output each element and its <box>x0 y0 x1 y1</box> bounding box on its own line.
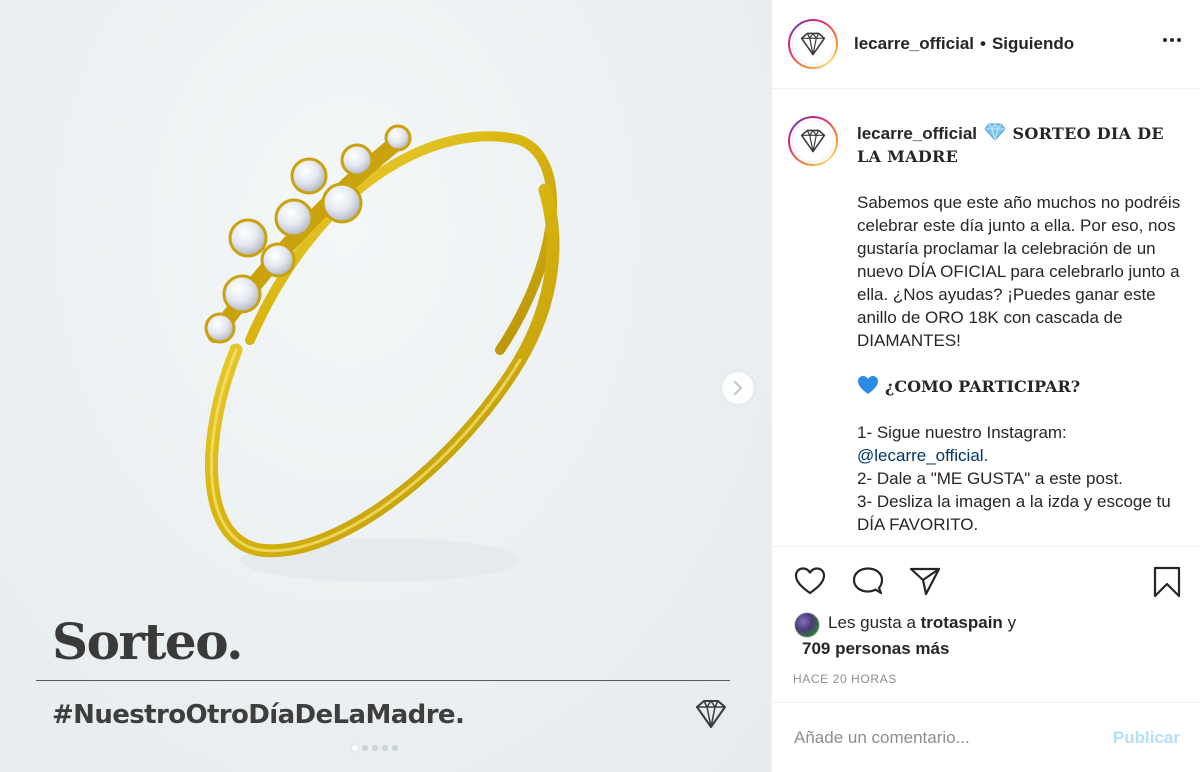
caption-scroll-area[interactable]: lecarre_official SORTEO DIA DE LA MADRE … <box>772 90 1200 546</box>
post-timestamp[interactable]: HACE 20 HORAS <box>793 672 897 686</box>
heart-icon[interactable] <box>794 566 826 596</box>
diamond-logo-icon <box>696 700 726 728</box>
likes-conjunction: y <box>1007 613 1017 632</box>
action-bar <box>772 560 1200 604</box>
post-header: lecarre_official • Siguiendo <box>772 0 1200 89</box>
participate-heading-row: ¿COMO PARTICIPAR? <box>857 375 1187 398</box>
following-button[interactable]: Siguiendo <box>992 34 1074 54</box>
blue-heart-icon <box>858 376 878 394</box>
more-options-button[interactable] <box>1163 34 1181 46</box>
diamond-logo-icon <box>800 129 826 153</box>
header-separator: • <box>980 34 986 53</box>
liker-username[interactable]: trotaspain <box>921 613 1003 632</box>
liker-avatar[interactable] <box>794 612 820 638</box>
carousel-next-button[interactable] <box>722 372 754 404</box>
media-divider <box>36 680 730 681</box>
section-divider <box>772 546 1200 547</box>
media-hashtag: #NuestroOtroDíaDeLaMadre. <box>52 700 465 730</box>
step-3: 3- Desliza la imagen a la izda y escoge … <box>857 492 1171 534</box>
carousel-dot <box>392 745 398 751</box>
comment-input[interactable] <box>794 724 1094 752</box>
bookmark-icon[interactable] <box>1152 566 1182 598</box>
gem-icon <box>984 123 1006 141</box>
likes-line: Les gusta a trotaspain y <box>828 610 1016 636</box>
mention-link[interactable]: @lecarre_official <box>857 446 984 465</box>
avatar[interactable] <box>788 116 838 166</box>
post-side-panel: lecarre_official • Siguiendo lecarre_off… <box>771 0 1200 772</box>
diamond-logo-icon <box>800 32 826 56</box>
step-1: 1- Sigue nuestro Instagram: @lecarre_off… <box>857 421 1187 467</box>
ring-image <box>204 124 560 582</box>
carousel-dot <box>372 745 378 751</box>
comment-icon[interactable] <box>852 566 884 596</box>
send-icon[interactable] <box>909 566 941 596</box>
caption-text: lecarre_official SORTEO DIA DE LA MADRE … <box>857 122 1187 536</box>
likes-prefix: Les gusta a <box>828 613 916 632</box>
media-overlay-title: Sorteo. <box>52 612 244 671</box>
publish-button[interactable]: Publicar <box>1113 728 1180 748</box>
carousel-indicator <box>352 745 398 751</box>
caption-heading: lecarre_official SORTEO DIA DE LA MADRE <box>857 122 1187 168</box>
carousel-dot <box>362 745 368 751</box>
step-1-suffix: . <box>983 446 989 465</box>
instagram-post: Sorteo. #NuestroOtroDíaDeLaMadre. lecarr… <box>0 0 1200 772</box>
avatar[interactable] <box>788 19 838 69</box>
more-horizontal-icon <box>1163 38 1167 42</box>
participate-heading: ¿COMO PARTICIPAR? <box>885 377 1081 396</box>
caption-paragraph: Sabemos que este año muchos no podréis c… <box>857 193 1181 350</box>
caption-username[interactable]: lecarre_official <box>857 124 977 143</box>
carousel-dot <box>352 745 358 751</box>
post-media[interactable]: Sorteo. #NuestroOtroDíaDeLaMadre. <box>0 0 771 772</box>
section-divider <box>772 702 1200 703</box>
step-2: 2- Dale a "ME GUSTA" a este post. <box>857 469 1123 488</box>
carousel-dot <box>382 745 388 751</box>
chevron-right-icon <box>733 381 743 395</box>
header-username[interactable]: lecarre_official <box>854 34 974 54</box>
step-1-text: 1- Sigue nuestro Instagram: <box>857 423 1067 442</box>
likes-count-link[interactable]: 709 personas más <box>802 636 949 662</box>
